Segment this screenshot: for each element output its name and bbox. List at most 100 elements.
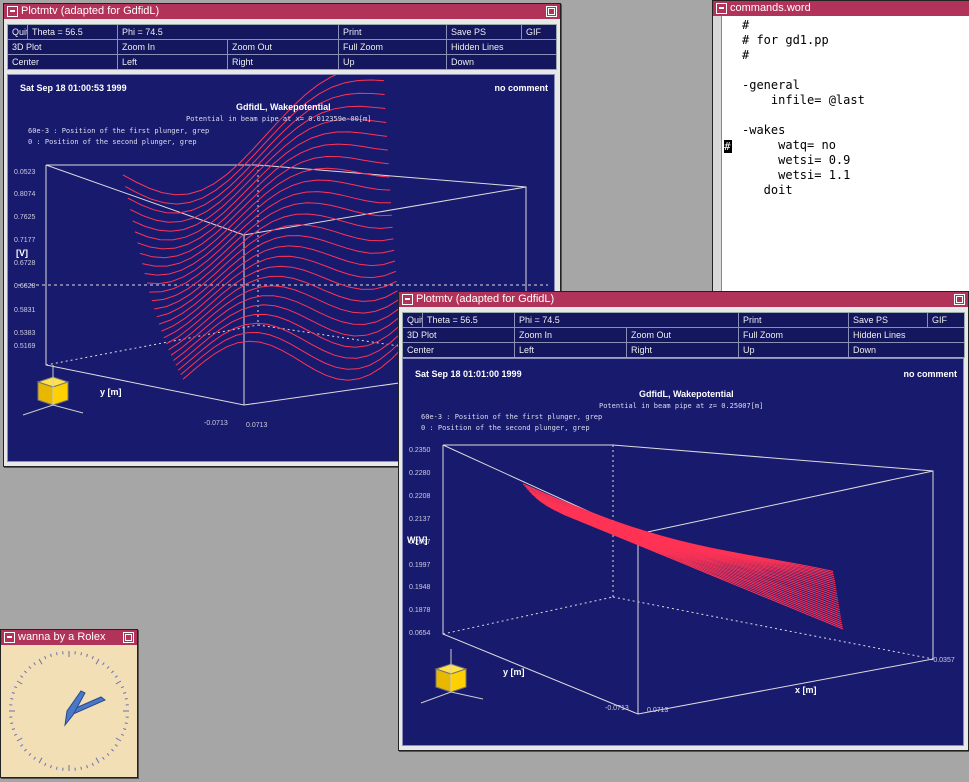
3d-plot-button[interactable]: 3D Plot bbox=[8, 40, 118, 54]
titlebar[interactable]: Plotmtv (adapted for GdfidL) bbox=[4, 4, 560, 19]
axis-cube-icon bbox=[421, 649, 483, 703]
clock-tick bbox=[29, 753, 31, 755]
theta-field[interactable]: Theta = 56.5 bbox=[423, 313, 515, 327]
clock-tick bbox=[111, 671, 113, 673]
left-button[interactable]: Left bbox=[118, 55, 228, 69]
terminal-line: wetsi= 1.1 bbox=[742, 168, 850, 182]
plot-comment: no comment bbox=[903, 369, 957, 379]
titlebar[interactable]: commands.word bbox=[713, 1, 969, 16]
gif-button[interactable]: GIF bbox=[522, 25, 556, 39]
terminal-line: infile= @last bbox=[742, 93, 865, 107]
scrollbar[interactable] bbox=[713, 16, 722, 301]
menubar: Quit Theta = 56.5 Phi = 74.5 Print Save … bbox=[7, 24, 557, 70]
up-button[interactable]: Up bbox=[739, 343, 849, 357]
clock-tick bbox=[57, 767, 58, 770]
clock-tick bbox=[92, 656, 93, 659]
clock-tick bbox=[81, 652, 82, 655]
clock-tick bbox=[34, 663, 36, 665]
hidden-lines-button[interactable]: Hidden Lines bbox=[849, 328, 964, 342]
window-menu-icon[interactable] bbox=[402, 294, 413, 305]
save-ps-button[interactable]: Save PS bbox=[447, 25, 522, 39]
clock-tick bbox=[107, 753, 109, 755]
clock-tick bbox=[123, 729, 126, 730]
x-tick: 0.0713 bbox=[246, 422, 267, 429]
gif-button[interactable]: GIF bbox=[928, 313, 964, 327]
up-button[interactable]: Up bbox=[339, 55, 447, 69]
print-button[interactable]: Print bbox=[739, 313, 849, 327]
axis-cube-icon bbox=[23, 365, 83, 415]
plot-canvas[interactable]: Sat Sep 18 01:01:00 1999 no comment Gdfi… bbox=[402, 358, 964, 746]
terminal-text-area[interactable]: # # for gd1.pp # -general infile= @last … bbox=[722, 16, 969, 301]
y-axis-label: y [m] bbox=[503, 667, 525, 677]
maximize-icon[interactable] bbox=[546, 6, 557, 17]
phi-field[interactable]: Phi = 74.5 bbox=[515, 313, 739, 327]
full-zoom-button[interactable]: Full Zoom bbox=[339, 40, 447, 54]
titlebar[interactable]: wanna by a Rolex bbox=[1, 630, 137, 645]
zoom-in-button[interactable]: Zoom In bbox=[118, 40, 228, 54]
maximize-icon[interactable] bbox=[954, 294, 965, 305]
clock-tick bbox=[103, 757, 105, 759]
center-button[interactable]: Center bbox=[403, 343, 515, 357]
clock-tick bbox=[115, 676, 117, 678]
clock-tick bbox=[21, 676, 23, 678]
zoom-out-button[interactable]: Zoom Out bbox=[627, 328, 739, 342]
z-tick: 0.1878 bbox=[409, 607, 430, 614]
clock-tick bbox=[125, 699, 128, 700]
window-menu-icon[interactable] bbox=[7, 6, 18, 17]
hidden-lines-button[interactable]: Hidden Lines bbox=[447, 40, 556, 54]
terminal-line: wetsi= 0.9 bbox=[742, 153, 850, 167]
x-tick: -0.0713 bbox=[605, 705, 629, 712]
z-axis-label: [V] bbox=[16, 248, 28, 258]
phi-field[interactable]: Phi = 74.5 bbox=[118, 25, 339, 39]
legend-entry-2: 0 : Position of the second plunger, grep bbox=[421, 424, 590, 432]
right-button[interactable]: Right bbox=[228, 55, 339, 69]
clock-window: wanna by a Rolex bbox=[0, 629, 138, 778]
z-tick: 0.5831 bbox=[14, 307, 35, 314]
clock-tick bbox=[125, 723, 128, 724]
zoom-in-button[interactable]: Zoom In bbox=[515, 328, 627, 342]
clock-tick bbox=[12, 693, 15, 694]
terminal-line: # bbox=[742, 18, 749, 32]
clock-tick bbox=[29, 666, 31, 668]
clock-tick bbox=[34, 757, 36, 759]
quit-button[interactable]: Quit bbox=[403, 313, 423, 327]
clock-tick bbox=[10, 723, 13, 724]
window-menu-icon[interactable] bbox=[716, 3, 727, 14]
terminal-line: # for gd1.pp bbox=[742, 33, 829, 47]
x-tick: -0.0713 bbox=[204, 420, 228, 427]
full-zoom-button[interactable]: Full Zoom bbox=[739, 328, 849, 342]
surface-curve bbox=[529, 491, 835, 579]
down-button[interactable]: Down bbox=[447, 55, 556, 69]
zoom-out-button[interactable]: Zoom Out bbox=[228, 40, 339, 54]
center-button[interactable]: Center bbox=[8, 55, 118, 69]
clock-tick bbox=[107, 666, 109, 668]
legend-entry-1: 60e-3 : Position of the first plunger, g… bbox=[421, 413, 602, 421]
clock-tick bbox=[14, 687, 17, 688]
clock-tick bbox=[45, 656, 46, 659]
z-tick: 0.0654 bbox=[409, 630, 430, 637]
titlebar[interactable]: Plotmtv (adapted for GdfidL) bbox=[399, 292, 968, 307]
clock-tick bbox=[116, 738, 121, 741]
z-tick: 0.2137 bbox=[409, 516, 430, 523]
terminal-line: doit bbox=[742, 183, 793, 197]
down-button[interactable]: Down bbox=[849, 343, 964, 357]
clock-tick bbox=[96, 659, 99, 664]
clock-tick bbox=[92, 763, 93, 766]
print-button[interactable]: Print bbox=[339, 25, 447, 39]
clock-tick bbox=[103, 663, 105, 665]
save-ps-button[interactable]: Save PS bbox=[849, 313, 928, 327]
theta-field[interactable]: Theta = 56.5 bbox=[28, 25, 118, 39]
z-tick: 0.6728 bbox=[14, 260, 35, 267]
clock-tick bbox=[87, 765, 88, 768]
right-button[interactable]: Right bbox=[627, 343, 739, 357]
clock-tick bbox=[87, 654, 88, 657]
quit-button[interactable]: Quit bbox=[8, 25, 28, 39]
maximize-icon[interactable] bbox=[123, 632, 134, 643]
window-menu-icon[interactable] bbox=[4, 632, 15, 643]
z-tick: 0.1948 bbox=[409, 584, 430, 591]
terminal-line: -general bbox=[742, 78, 800, 92]
clock-tick bbox=[24, 749, 26, 751]
clock-tick bbox=[123, 693, 126, 694]
left-button[interactable]: Left bbox=[515, 343, 627, 357]
3d-plot-button[interactable]: 3D Plot bbox=[403, 328, 515, 342]
